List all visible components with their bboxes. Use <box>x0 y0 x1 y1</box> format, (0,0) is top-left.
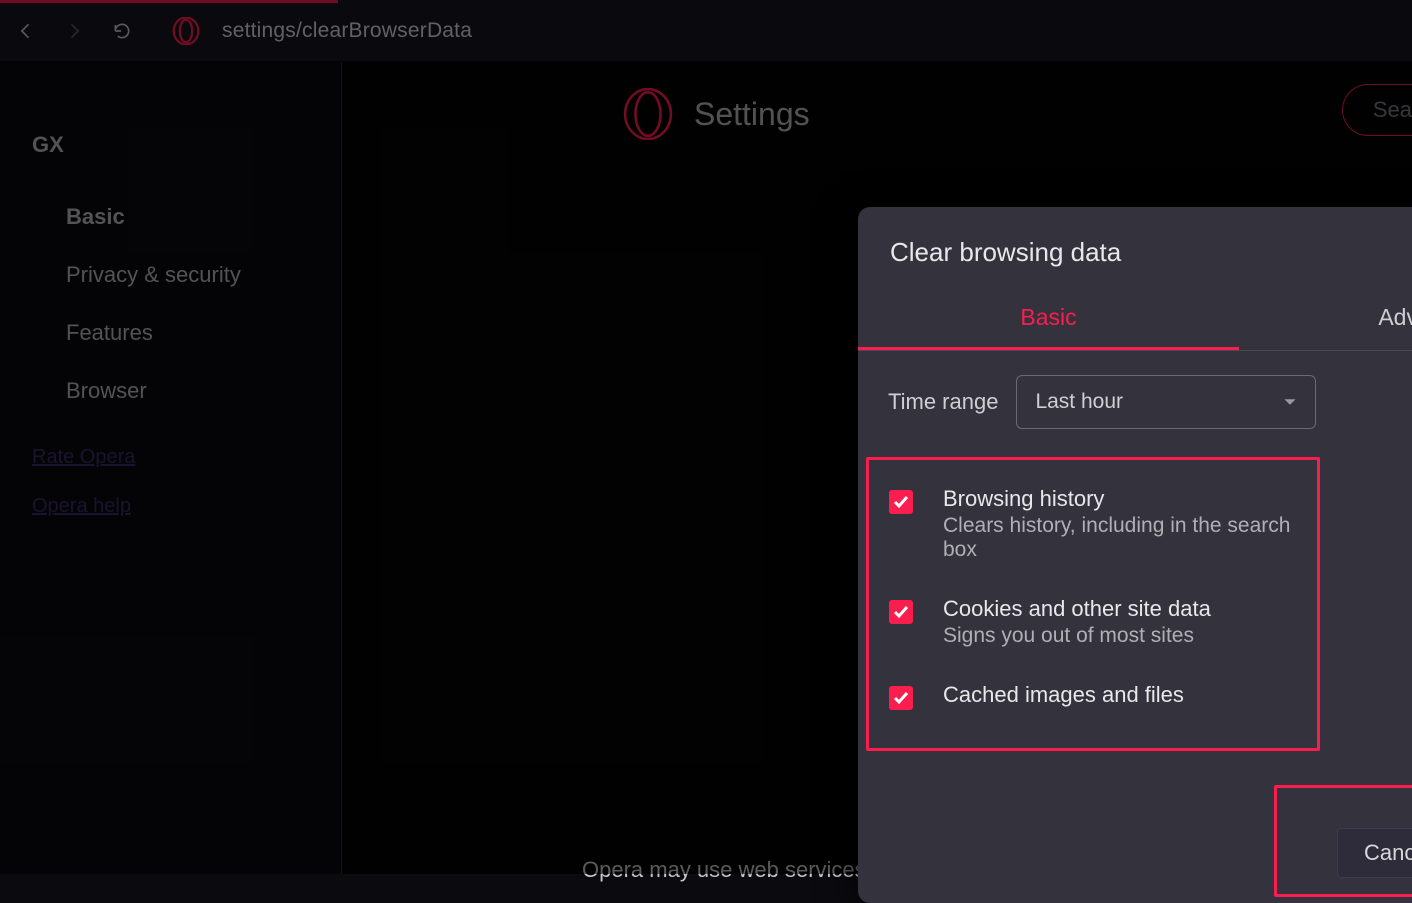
back-button[interactable] <box>8 13 44 49</box>
chevron-left-icon <box>16 21 36 41</box>
reload-button[interactable] <box>104 13 140 49</box>
checkbox-browsing-history[interactable] <box>889 490 913 514</box>
cancel-button[interactable]: Cancel <box>1337 828 1412 878</box>
settings-header: Settings <box>342 62 1412 166</box>
check-row-cookies: Cookies and other site data Signs you ou… <box>889 596 1297 648</box>
active-tab-indicator <box>0 0 338 3</box>
clear-browsing-data-dialog: Clear browsing data Basic Advanced Time … <box>858 207 1412 903</box>
time-range-row: Time range Last hour <box>888 375 1412 429</box>
sidebar-item-privacy[interactable]: Privacy & security <box>32 246 309 304</box>
main-area: GX Basic Privacy & security Features Bro… <box>0 62 1412 874</box>
check-row-history: Browsing history Clears history, includi… <box>889 486 1297 562</box>
sidebar-link-help[interactable]: Opera help <box>32 495 309 518</box>
check-icon <box>893 494 909 510</box>
tab-basic[interactable]: Basic <box>858 288 1239 350</box>
opera-logo-icon <box>172 17 200 45</box>
check-icon <box>893 690 909 706</box>
time-range-label: Time range <box>888 389 998 415</box>
sidebar-section-gx: GX <box>32 132 309 158</box>
dialog-footer-highlight: Cancel Clear data <box>1274 785 1412 897</box>
check-title: Cookies and other site data <box>943 596 1211 622</box>
sidebar-link-rate[interactable]: Rate Opera <box>32 446 309 469</box>
chevron-right-icon <box>64 21 84 41</box>
sidebar-item-basic[interactable]: Basic <box>32 188 309 246</box>
dialog-title: Clear browsing data <box>858 207 1412 288</box>
opera-ring-icon <box>622 88 674 140</box>
dialog-body: Time range Last hour Browsing history Cl… <box>858 351 1412 785</box>
check-desc: Clears history, including in the search … <box>943 514 1297 562</box>
address-bar[interactable]: settings/clearBrowserData <box>222 19 472 43</box>
dialog-tabs: Basic Advanced <box>858 288 1412 351</box>
checkbox-group-highlight: Browsing history Clears history, includi… <box>866 457 1320 751</box>
settings-sidebar: GX Basic Privacy & security Features Bro… <box>0 62 342 874</box>
page-title: Settings <box>694 96 810 133</box>
browser-toolbar: settings/clearBrowserData <box>0 0 1412 62</box>
tab-advanced[interactable]: Advanced <box>1239 288 1412 350</box>
check-title: Cached images and files <box>943 682 1184 708</box>
check-row-cache: Cached images and files <box>889 682 1297 710</box>
checkbox-cookies[interactable] <box>889 600 913 624</box>
forward-button[interactable] <box>56 13 92 49</box>
time-range-value: Last hour <box>1035 390 1123 414</box>
checkbox-cache[interactable] <box>889 686 913 710</box>
check-desc: Signs you out of most sites <box>943 624 1211 648</box>
check-icon <box>893 604 909 620</box>
reload-icon <box>112 21 132 41</box>
search-input[interactable]: Sea <box>1342 84 1412 136</box>
time-range-select[interactable]: Last hour <box>1016 375 1316 429</box>
settings-content: Settings Sea ups, and more Opera may use… <box>342 62 1412 874</box>
sidebar-item-browser[interactable]: Browser <box>32 362 309 420</box>
sidebar-item-features[interactable]: Features <box>32 304 309 362</box>
chevron-down-icon <box>1283 395 1297 409</box>
check-title: Browsing history <box>943 486 1297 512</box>
